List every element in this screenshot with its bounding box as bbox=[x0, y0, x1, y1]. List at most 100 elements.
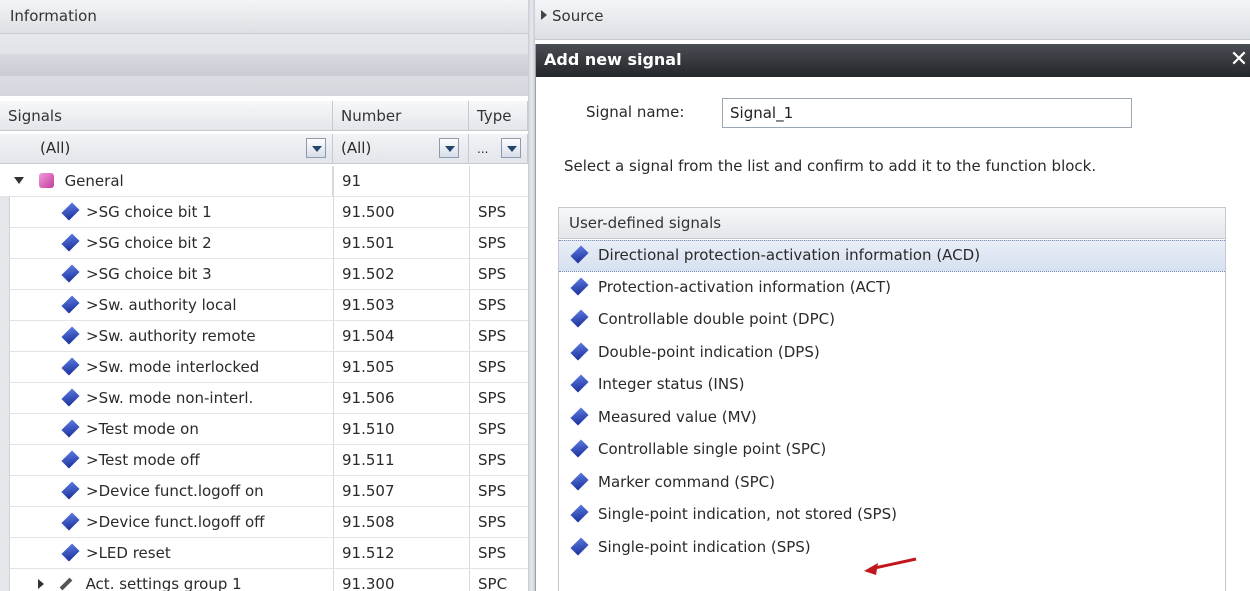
table-row[interactable]: >SG choice bit 2 91.501 SPS bbox=[0, 228, 528, 259]
signal-type: SPS bbox=[469, 476, 528, 507]
row-gutter bbox=[0, 383, 10, 414]
signal-type: SPS bbox=[469, 290, 528, 321]
signal-icon bbox=[61, 388, 80, 407]
list-item[interactable]: Marker command (SPC) bbox=[559, 468, 1225, 500]
signal-type: SPS bbox=[469, 445, 528, 476]
signal-icon bbox=[61, 481, 80, 500]
list-item-label: Double-point indication (DPS) bbox=[598, 342, 820, 361]
list-item-label: Single-point indication, not stored (SPS… bbox=[598, 505, 897, 523]
signal-type: SPS bbox=[469, 352, 528, 383]
close-icon[interactable]: ✕ bbox=[1227, 46, 1250, 74]
list-item[interactable]: Measured value (MV) bbox=[559, 403, 1225, 435]
signal-icon bbox=[61, 543, 80, 562]
signal-icon bbox=[570, 309, 589, 328]
signal-icon bbox=[570, 536, 589, 556]
expand-icon[interactable] bbox=[38, 579, 44, 589]
table-row[interactable]: >Sw. mode non-interl. 91.506 SPS bbox=[0, 383, 528, 414]
table-row[interactable]: >Device funct.logoff on 91.507 SPS bbox=[0, 476, 528, 507]
signal-icon bbox=[570, 504, 589, 523]
column-header-type[interactable]: Type bbox=[469, 101, 528, 131]
row-gutter bbox=[0, 476, 10, 507]
row-gutter bbox=[0, 445, 10, 476]
list-item[interactable]: Controllable double point (DPC) bbox=[559, 305, 1225, 337]
signal-icon bbox=[61, 233, 80, 252]
signal-icon bbox=[61, 419, 80, 438]
filter-signals[interactable]: (All) bbox=[0, 134, 333, 164]
group-name: Act. settings group 1 bbox=[85, 575, 242, 591]
signal-icon bbox=[61, 357, 80, 376]
signal-icon bbox=[61, 512, 80, 531]
source-label: Source bbox=[552, 7, 604, 25]
dialog-title: Add new signal bbox=[544, 50, 682, 69]
group-name: General bbox=[64, 172, 124, 190]
row-gutter bbox=[0, 228, 10, 259]
column-header-number[interactable]: Number bbox=[333, 101, 469, 131]
chevron-down-icon[interactable] bbox=[501, 138, 521, 158]
tree-group-act-settings[interactable]: Act. settings group 1 91.300 SPC bbox=[0, 569, 528, 591]
pane-splitter[interactable] bbox=[528, 0, 535, 591]
list-item[interactable]: Integer status (INS) bbox=[559, 370, 1225, 402]
list-item[interactable]: Single-point indication, not stored (SPS… bbox=[559, 500, 1225, 532]
filter-type[interactable]: ... bbox=[469, 134, 528, 164]
signal-icon bbox=[61, 202, 80, 221]
signal-icon bbox=[570, 374, 589, 393]
signal-type: SPS bbox=[469, 197, 528, 228]
table-row[interactable]: >Test mode on 91.510 SPS bbox=[0, 414, 528, 445]
table-row[interactable]: >LED reset 91.512 SPS bbox=[0, 538, 528, 569]
row-gutter bbox=[0, 290, 10, 321]
signal-number: 91.500 bbox=[333, 197, 469, 228]
table-row[interactable]: >Sw. authority local 91.503 SPS bbox=[0, 290, 528, 321]
filter-type-value: ... bbox=[477, 142, 489, 156]
toolbar-bar bbox=[0, 54, 528, 76]
row-gutter bbox=[0, 569, 10, 591]
list-header: User-defined signals bbox=[559, 208, 1225, 239]
chevron-down-icon[interactable] bbox=[439, 138, 459, 158]
signal-number: 91.504 bbox=[333, 321, 469, 352]
signal-name: >Test mode off bbox=[86, 451, 200, 469]
list-item-label: Measured value (MV) bbox=[598, 407, 757, 426]
group-type: SPC bbox=[469, 569, 528, 591]
collapse-icon[interactable] bbox=[14, 177, 24, 184]
annotation-arrow-icon bbox=[864, 557, 917, 575]
instruction-text: Select a signal from the list and confir… bbox=[564, 157, 1097, 175]
group-number: 91 bbox=[333, 166, 469, 197]
filter-signals-value: (All) bbox=[40, 139, 71, 157]
expand-icon[interactable] bbox=[541, 10, 547, 20]
list-item-label: Directional protection-activation inform… bbox=[598, 246, 981, 264]
signal-name: >Device funct.logoff on bbox=[86, 482, 264, 500]
dialog-title-bar[interactable]: Add new signal ✕ bbox=[536, 44, 1250, 77]
row-gutter bbox=[0, 197, 10, 228]
filter-number[interactable]: (All) bbox=[333, 134, 469, 164]
list-item[interactable]: Double-point indication (DPS) bbox=[559, 338, 1225, 370]
column-header-signals[interactable]: Signals bbox=[0, 101, 333, 131]
signal-name-input[interactable] bbox=[722, 98, 1132, 128]
list-item[interactable]: Controllable single point (SPC) bbox=[559, 435, 1225, 467]
list-item[interactable]: Protection-activation information (ACT) bbox=[559, 273, 1225, 305]
source-section-header[interactable]: Source bbox=[535, 0, 1250, 40]
list-item[interactable]: Directional protection-activation inform… bbox=[559, 240, 1225, 272]
signal-icon bbox=[61, 264, 80, 283]
information-header[interactable]: Information bbox=[0, 0, 528, 34]
table-row[interactable]: >Sw. mode interlocked 91.505 SPS bbox=[0, 352, 528, 383]
table-row[interactable]: >Sw. authority remote 91.504 SPS bbox=[0, 321, 528, 352]
signal-number: 91.502 bbox=[333, 259, 469, 290]
table-row[interactable]: >SG choice bit 3 91.502 SPS bbox=[0, 259, 528, 290]
signals-panel: Information Signals Number Type (All) (A… bbox=[0, 0, 528, 591]
signal-icon bbox=[570, 245, 589, 264]
signal-icon bbox=[570, 341, 589, 361]
signal-name: >Device funct.logoff off bbox=[86, 513, 265, 531]
signal-number: 91.501 bbox=[333, 228, 469, 259]
signal-type: SPS bbox=[469, 228, 528, 259]
tree-group-general[interactable]: General 91 bbox=[0, 166, 528, 197]
table-row[interactable]: >Device funct.logoff off 91.508 SPS bbox=[0, 507, 528, 538]
signal-name: >Sw. authority local bbox=[86, 296, 237, 314]
table-row[interactable]: >SG choice bit 1 91.500 SPS bbox=[0, 197, 528, 228]
signal-icon bbox=[570, 471, 589, 491]
chevron-down-icon[interactable] bbox=[306, 138, 326, 158]
signal-type: SPS bbox=[469, 383, 528, 414]
signal-icon bbox=[61, 326, 80, 345]
signal-number: 91.506 bbox=[333, 383, 469, 414]
table-row[interactable]: >Test mode off 91.511 SPS bbox=[0, 445, 528, 476]
list-item-label: Protection-activation information (ACT) bbox=[598, 277, 892, 296]
filter-number-value: (All) bbox=[341, 139, 372, 157]
